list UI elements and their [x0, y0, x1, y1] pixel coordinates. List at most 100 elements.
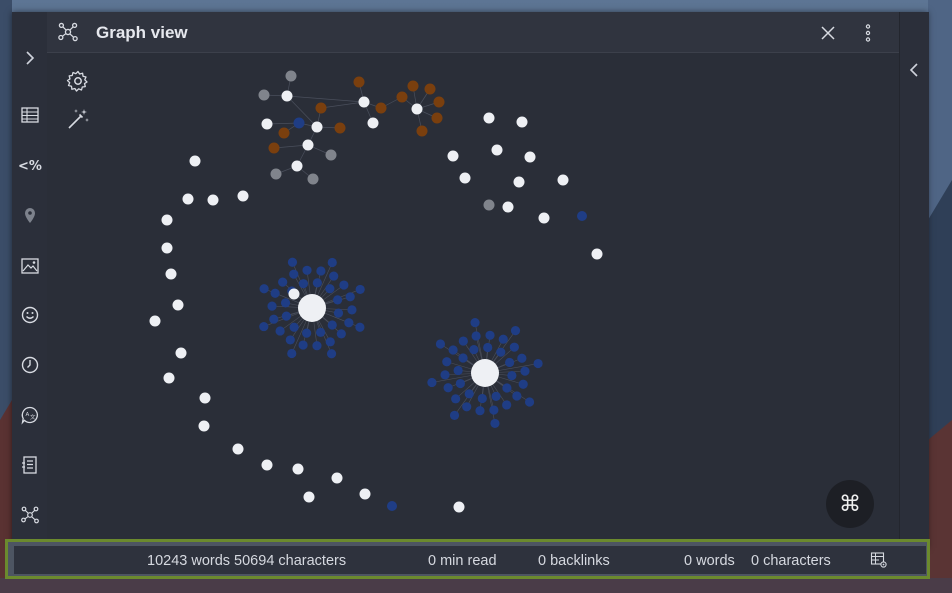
tag-node: [520, 366, 530, 376]
tag-node: [505, 357, 515, 368]
graph-icon: [58, 22, 78, 42]
note-node: [189, 155, 201, 167]
note-character-count: 0 characters: [751, 553, 831, 569]
tag-node: [312, 278, 322, 288]
tag-node: [327, 320, 337, 330]
tag-node: [289, 269, 299, 279]
tag-node: [302, 265, 312, 275]
attachment-node: [334, 122, 346, 134]
hub-note-node: [298, 294, 326, 322]
tag-node: [483, 342, 493, 353]
note-node: [288, 288, 300, 300]
emoji-button[interactable]: [17, 302, 43, 328]
graph-link: [286, 95, 365, 103]
tag-node: [435, 339, 446, 349]
note-node: [165, 268, 177, 280]
tag-node: [490, 418, 500, 429]
note-node: [311, 121, 323, 133]
close-button[interactable]: [817, 22, 839, 44]
left-ribbon: <% A文: [12, 12, 48, 548]
graph-link: [320, 101, 365, 109]
clock-button[interactable]: [17, 352, 43, 378]
attachment-node: [278, 127, 290, 139]
note-node: [331, 472, 343, 484]
tag-node: [287, 257, 298, 267]
table-icon: [21, 107, 39, 123]
percent-code-icon: <%: [18, 158, 42, 174]
tag-node: [336, 329, 346, 339]
more-options-button[interactable]: [857, 22, 879, 44]
note-node: [161, 242, 173, 254]
form-icon: [22, 456, 37, 474]
tag-node: [315, 327, 326, 337]
note-node: [163, 372, 175, 384]
tag-node: [502, 400, 512, 410]
vault-word-count: 10243 words 50694 characters: [147, 553, 347, 569]
note-node: [261, 118, 273, 130]
graph-network[interactable]: [47, 53, 899, 548]
attachment-node: [416, 125, 428, 137]
svg-text:A: A: [26, 412, 30, 418]
tag-node: [259, 321, 269, 332]
expand-sidebar-button[interactable]: [17, 45, 43, 71]
tag-node: [442, 357, 452, 367]
page-title: Graph view: [96, 23, 188, 42]
translate-icon: A文: [21, 406, 38, 425]
tag-node: [443, 383, 453, 393]
tag-node: [326, 349, 337, 359]
tag-node: [325, 337, 335, 347]
graph-view-button[interactable]: [17, 502, 43, 528]
tag-node: [298, 279, 309, 289]
clock-icon: [21, 356, 39, 374]
tag-node: [458, 336, 468, 346]
note-node: [453, 501, 465, 513]
note-node: [161, 214, 173, 226]
unresolved-node: [258, 89, 270, 101]
animate-graph-button[interactable]: [66, 107, 90, 131]
more-vertical-icon: [865, 24, 871, 42]
note-node: [237, 190, 249, 202]
tag-node: [451, 394, 461, 404]
table-settings-icon[interactable]: [870, 551, 888, 569]
tag-node: [464, 389, 474, 399]
tag-node: [355, 322, 365, 332]
map-pin-button[interactable]: [17, 202, 43, 228]
form-button[interactable]: [17, 452, 43, 478]
close-icon: [821, 26, 835, 40]
tag-node: [510, 326, 521, 336]
tag-node: [448, 345, 458, 355]
tag-node: [332, 295, 343, 305]
translate-button[interactable]: A文: [17, 402, 43, 428]
graph-settings-button[interactable]: [66, 69, 90, 93]
smiley-icon: [21, 306, 39, 324]
tag-node: [491, 391, 501, 401]
command-palette-button[interactable]: ⌘: [826, 480, 874, 528]
tag-node: [477, 393, 487, 404]
chevron-left-icon: [909, 63, 918, 77]
tag-node: [485, 330, 495, 340]
table-button[interactable]: [17, 102, 43, 128]
template-button[interactable]: <%: [17, 153, 43, 179]
tag-node: [280, 298, 291, 308]
reading-time: 0 min read: [428, 553, 497, 569]
backlink-count[interactable]: 0 backlinks: [538, 553, 610, 569]
expand-right-sidebar-button[interactable]: [904, 60, 924, 80]
image-icon: [21, 258, 39, 274]
tag-node: [533, 358, 543, 369]
attachment-node: [431, 112, 443, 124]
tag-node: [312, 341, 322, 351]
svg-text:文: 文: [30, 413, 36, 421]
note-node: [175, 347, 187, 359]
note-node: [292, 463, 304, 475]
note-node: [182, 193, 194, 205]
note-node: [591, 248, 603, 260]
tag-node: [507, 370, 517, 381]
tag-node: [475, 406, 485, 416]
image-button[interactable]: [17, 253, 43, 279]
tag-node: [259, 284, 269, 294]
attachment-node: [375, 102, 387, 114]
tag-node: [339, 280, 349, 290]
note-node: [524, 151, 536, 163]
graph-canvas[interactable]: ⌘: [47, 53, 899, 548]
attachment-node: [353, 76, 365, 88]
